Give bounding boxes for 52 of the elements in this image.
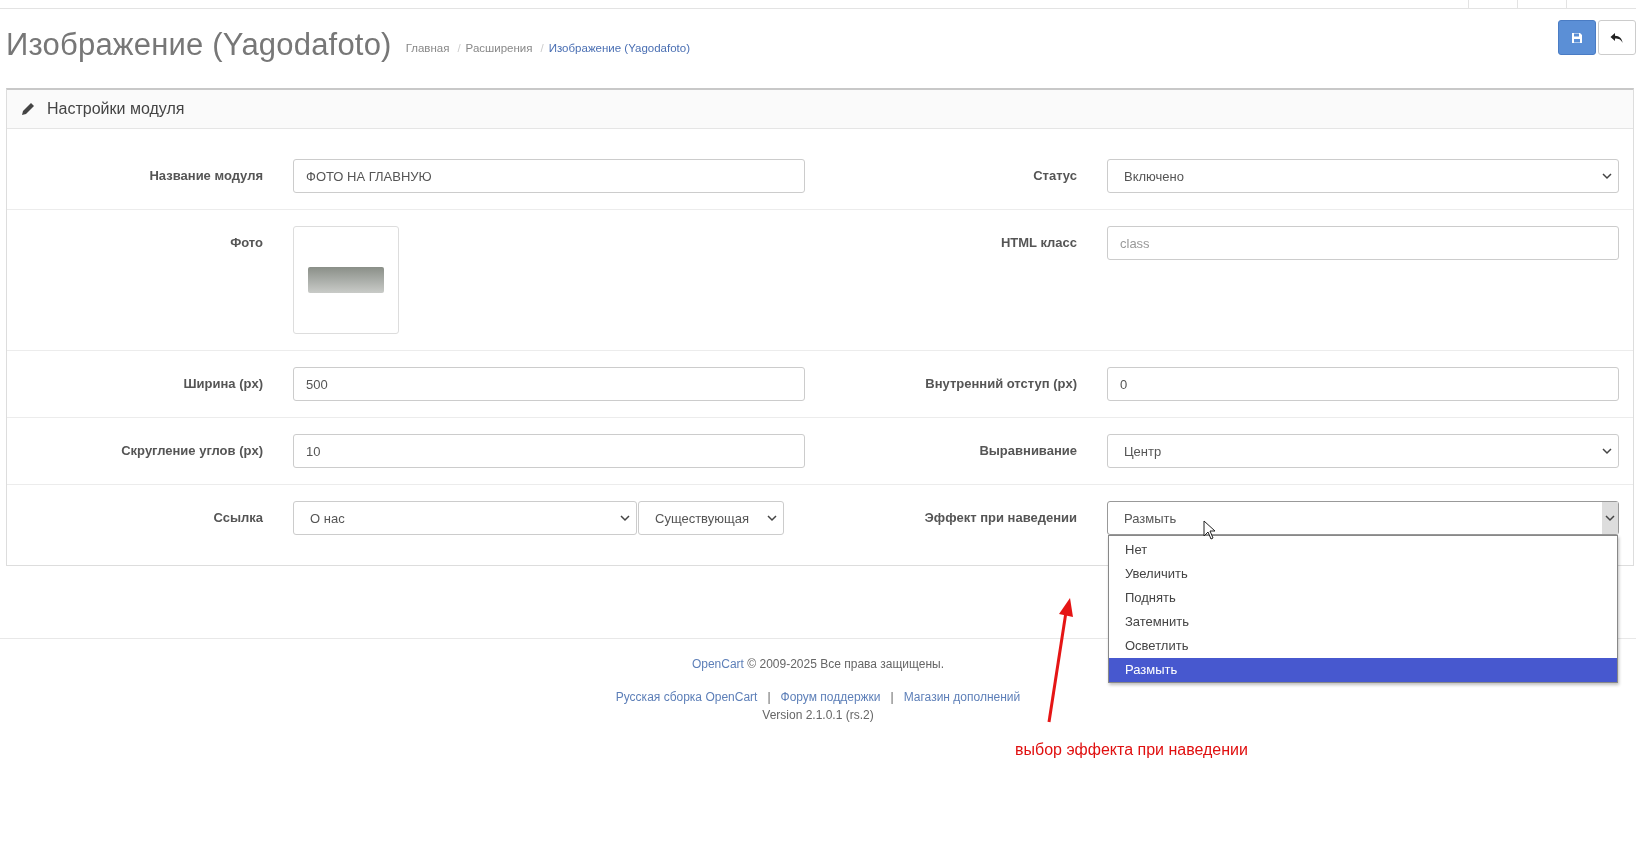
text-field[interactable]: 10 (293, 434, 805, 468)
footer-link[interactable]: OpenCart (691, 657, 744, 671)
link-separator: | (890, 690, 894, 704)
breadcrumb-separator: / (457, 41, 461, 54)
chevron-down-icon (767, 514, 777, 522)
reply-arrow-icon (1610, 31, 1624, 44)
field-label: Выравнивание (978, 442, 1077, 458)
breadcrumb-link[interactable]: Главная (405, 41, 450, 54)
save-icon (1571, 31, 1583, 44)
select-field[interactable]: Центр (1107, 434, 1619, 468)
link-separator: | (767, 690, 771, 704)
text-field[interactable]: class (1107, 226, 1619, 260)
breadcrumb-link[interactable]: Расширения (465, 41, 533, 54)
field-label: Название модуля (148, 167, 263, 183)
chevron-down-icon (1602, 447, 1612, 455)
field-label: Скругление углов (px) (120, 442, 263, 458)
field-label: Ширина (px) (182, 375, 263, 391)
field-label: Статус (1032, 167, 1077, 183)
breadcrumb-link[interactable]: Изображение (Yagodafoto) (548, 41, 690, 54)
save-button[interactable] (1558, 20, 1596, 55)
dropdown-option[interactable]: Затемнить (1109, 610, 1617, 634)
dropdown-option[interactable]: Нет (1109, 538, 1617, 562)
page-title: Изображение (Yagodafoto) (6, 26, 392, 63)
text-field[interactable]: ФОТО НА ГЛАВНУЮ (293, 159, 805, 193)
pencil-icon (21, 102, 35, 116)
chevron-down-icon (620, 514, 630, 522)
chevron-down-icon (1605, 514, 1615, 522)
field-label: HTML класс (999, 234, 1077, 250)
select-field[interactable]: Существующая (638, 501, 784, 535)
dropdown-option[interactable]: Увеличить (1109, 562, 1617, 586)
field-label: Внутренний отступ (px) (924, 375, 1077, 391)
text-field[interactable]: 0 (1107, 367, 1619, 401)
footer-link[interactable]: Русская сборка OpenCart (615, 690, 758, 704)
select-field[interactable]: Включено (1107, 159, 1619, 193)
back-button[interactable] (1598, 20, 1636, 55)
dropdown-option[interactable]: Поднять (1109, 586, 1617, 610)
field-label: Ссылка (212, 509, 263, 525)
select-field[interactable]: О нас (293, 501, 637, 535)
image-thumbnail[interactable] (293, 226, 399, 334)
field-label: Фото (229, 234, 263, 250)
dropdown-option[interactable]: Размыть (1109, 658, 1617, 682)
chevron-down-icon (1602, 172, 1612, 180)
dropdown-option[interactable]: Осветлить (1109, 634, 1617, 658)
footer-link[interactable]: Форум поддержки (780, 690, 881, 704)
annotation-text: выбор эффекта при наведении (1015, 741, 1248, 759)
breadcrumb-separator: / (540, 41, 544, 54)
text-field[interactable]: 500 (293, 367, 805, 401)
version-text: Version 2.1.0.1 (rs.2) (762, 708, 874, 722)
field-label: Эффект при наведении (923, 509, 1077, 525)
footer-link[interactable]: Магазин дополнений (903, 690, 1021, 704)
panel-title: Настройки модуля (47, 100, 185, 118)
copyright-text: © 2009-2025 Все права защищены. (747, 657, 945, 671)
